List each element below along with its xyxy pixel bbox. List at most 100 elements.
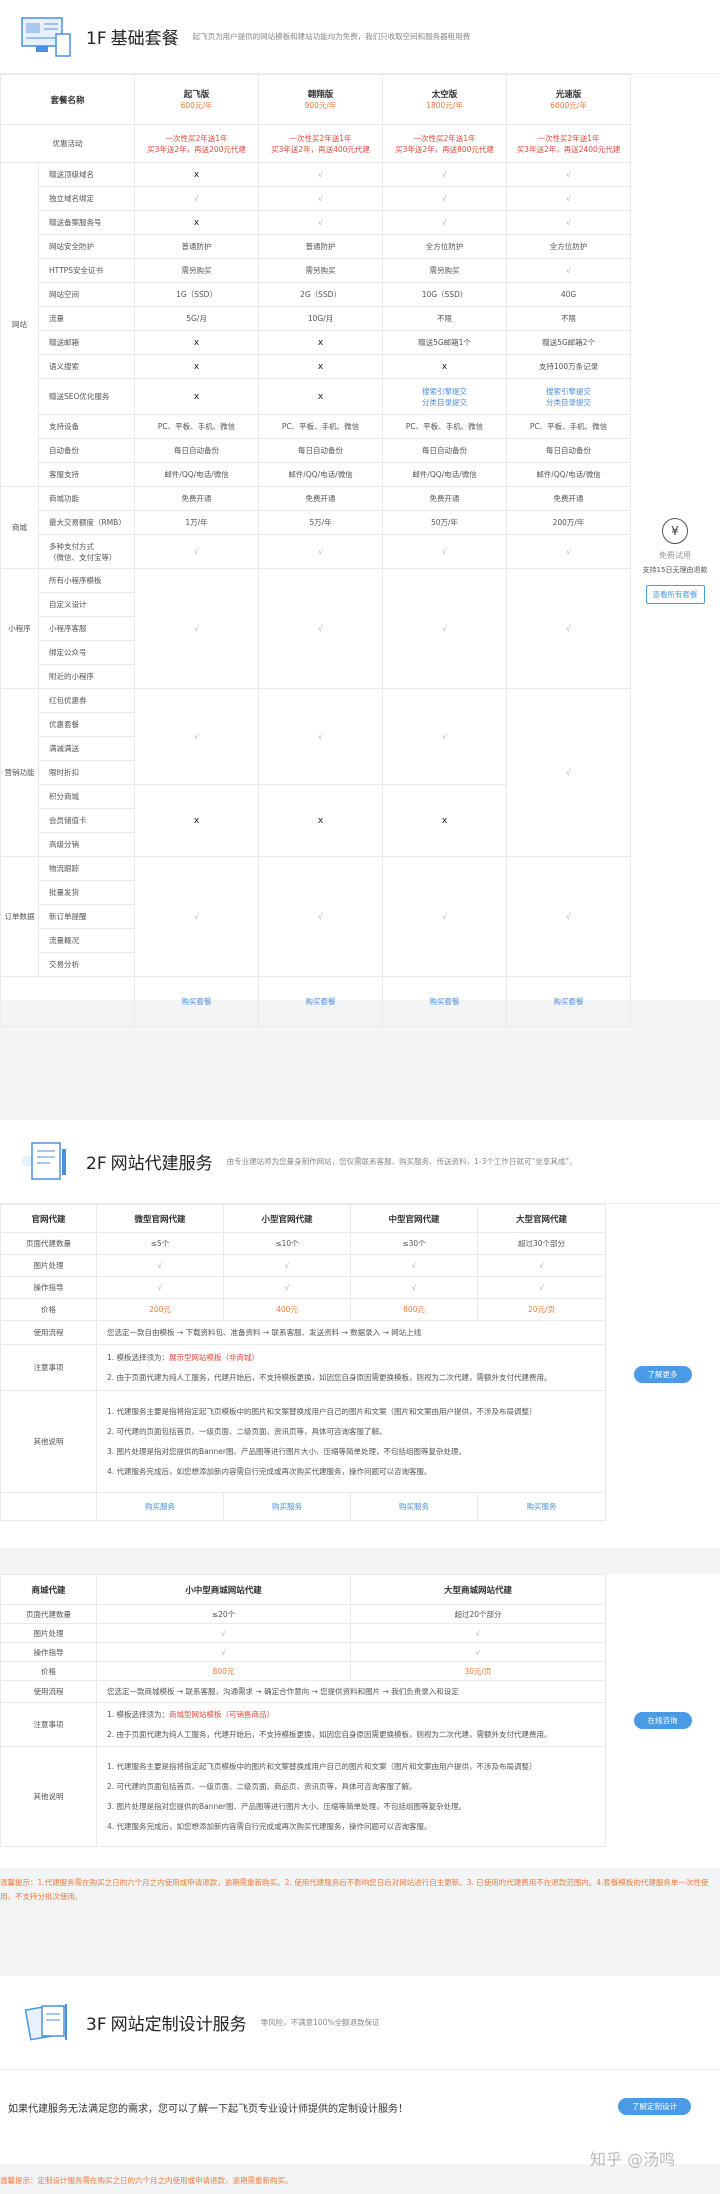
promo-cell: 一次性买2年送1年 买3年送2年，再送200元代建: [134, 124, 260, 163]
row-label: 图片处理: [0, 1254, 97, 1277]
row-label: 优惠套餐: [37, 712, 136, 737]
value-cell: √: [506, 534, 632, 569]
value-cell: ≤30个: [350, 1232, 478, 1255]
value-cell: x: [258, 330, 384, 355]
buy-service-link[interactable]: 购买服务: [96, 1492, 224, 1521]
value-cell: √: [96, 1642, 351, 1662]
row-label: 流量: [37, 306, 136, 331]
value-cell: ≤20个: [96, 1604, 351, 1624]
monitor-icon: [20, 14, 74, 60]
row-label: 流量概况: [37, 928, 136, 953]
buy-service-link[interactable]: 购买服务: [223, 1492, 351, 1521]
document-icon: [20, 1139, 74, 1185]
note-line: 2. 可代建的页面包括首页、一级页面、二级页面、资讯页等，具体可咨询客服了解。: [107, 1426, 387, 1436]
buy-service-link[interactable]: 购买服务: [477, 1492, 606, 1521]
build-header-label: 官网代建: [0, 1204, 97, 1233]
section-desc: 由专业建站师为您量身制作网站，您仅需联系客服、购买服务、传送资料，1-3个工作日…: [226, 1157, 577, 1166]
value-cell: 超过20个部分: [350, 1604, 606, 1624]
note-line: 2. 可代建的页面包括首页、一级页面、二级页面、商品页、资讯页等，具体可咨询客服…: [107, 1781, 417, 1791]
note-line: 2. 由于页面代建为纯人工服务，代建开始后，不支持模板更换，如因您自身原因需更换…: [107, 1372, 552, 1382]
value-cell: 搜索引擎提交 分类目录提交: [382, 378, 508, 415]
row-label: 会员储值卡: [37, 808, 136, 833]
flow-text: 您选定一款商城模板 → 联系客服，沟通需求 → 确定合作意向 → 您提供资料和图…: [96, 1680, 606, 1703]
row-label: 客服支持: [37, 462, 136, 487]
value-cell: √: [382, 856, 508, 977]
plan-header: 翱翔版 900元/年: [258, 74, 384, 125]
mall-header-label: 商城代建: [0, 1574, 97, 1605]
value-cell: √: [477, 1276, 606, 1299]
value-cell: √: [258, 688, 384, 785]
promo-cell: 一次性买2年送1年 买3年送2年，再送2400元代建: [506, 124, 632, 163]
value-cell: 邮件/QQ/电话/微信: [134, 462, 260, 487]
group-label: 商城: [0, 486, 39, 569]
note-line: 3. 图片处理是指对您提供的Banner图、产品图等进行图片大小、压缩等简单处理…: [107, 1801, 466, 1811]
row-label: 页面代建数量: [0, 1604, 97, 1624]
mall-header: 大型商城网站代建: [350, 1574, 606, 1605]
buy-service-link[interactable]: 购买服务: [350, 1492, 478, 1521]
group-label: 营销功能: [0, 688, 39, 857]
free-trial-label: 免费试用: [659, 551, 691, 560]
site-build-table: 官网代建 微型官网代建 小型官网代建 中型官网代建 大型官网代建 页面代建数量 ≤5个 ≤10…: [0, 1204, 606, 1521]
value-cell: √: [96, 1623, 351, 1643]
value-cell: 全方位防护: [382, 234, 508, 259]
value-cell: 免费开通: [258, 486, 384, 511]
plan-price: 600元/年: [180, 101, 213, 110]
value-cell: √: [258, 162, 384, 187]
row-label: 赠送备案服务号: [37, 210, 136, 235]
row-label: 图片处理: [0, 1623, 97, 1643]
build-header: 大型官网代建: [477, 1204, 606, 1233]
value-cell: x: [258, 378, 384, 415]
value-cell: x: [134, 354, 260, 379]
value-cell: √: [382, 186, 508, 211]
online-consult-button[interactable]: 在线咨询: [633, 1712, 692, 1729]
row-label: HTTPS安全证书: [37, 258, 136, 283]
plan-price: 900元/年: [304, 101, 337, 110]
value-cell: √: [258, 210, 384, 235]
plan-header: 起飞版 600元/年: [134, 74, 260, 125]
group-label: 订单数据: [0, 856, 39, 977]
value-cell: √: [382, 688, 508, 785]
value-cell: PC、平板、手机、微信: [134, 414, 260, 439]
note-line: 1. 模板选择须为：商城型网站模板（可销售商品）: [107, 1709, 275, 1719]
attention-text: 1. 模板选择须为：商城型网站模板（可销售商品） 2. 由于页面代建为纯人工服务，…: [96, 1702, 606, 1747]
value-cell: 每日自动备份: [382, 438, 508, 463]
value-cell: √: [350, 1254, 478, 1277]
value-cell: √: [223, 1276, 351, 1299]
value-cell: PC、平板、手机、微信: [506, 414, 632, 439]
value-cell: 邮件/QQ/电话/微信: [382, 462, 508, 487]
buy-plan-link[interactable]: 购买套餐: [258, 976, 384, 1027]
value-cell: x: [258, 354, 384, 379]
row-label: 高级分销: [37, 832, 136, 857]
design-warning: 温馨提示：定制设计服务需在购买之日的六个月之内使用或申请退款，逾期需重新购买。: [0, 2176, 293, 2185]
buy-plan-link[interactable]: 购买套餐: [382, 976, 508, 1027]
free-trial-panel: ¥ 免费试用 支持15日无理由退款 查看所有套餐: [630, 518, 720, 604]
note-line: 3. 图片处理是指对您提供的Banner图、产品图等进行图片大小、压缩等简单处理…: [107, 1446, 466, 1456]
group-label: 网站: [0, 162, 39, 487]
row-label: 自定义设计: [37, 592, 136, 617]
buy-plan-link[interactable]: 购买套餐: [506, 976, 632, 1027]
row-label: 价格: [0, 1661, 97, 1681]
learn-custom-design-button[interactable]: 了解定制设计: [618, 2098, 691, 2115]
row-label: 多种支付方式 （微信、支付宝等）: [37, 534, 136, 569]
value-cell: √: [134, 688, 260, 785]
value-cell: 免费开通: [382, 486, 508, 511]
value-cell: 40G: [506, 282, 632, 307]
row-label: 注意事项: [0, 1702, 97, 1747]
learn-more-button[interactable]: 了解更多: [633, 1366, 692, 1383]
row-label: 网站安全防护: [37, 234, 136, 259]
row-label: 积分商城: [37, 784, 136, 809]
view-all-plans-button[interactable]: 查看所有套餐: [645, 585, 705, 604]
other-notes: 1. 代建服务主要是指将指定起飞页模板中的图片和文案替换成用户自己的图片和文案（…: [96, 1390, 606, 1493]
row-label: 最大交易额度（RMB）: [37, 510, 136, 535]
row-label: 独立域名绑定: [37, 186, 136, 211]
build-header: 微型官网代建: [96, 1204, 224, 1233]
value-cell: √: [223, 1254, 351, 1277]
value-cell: √: [134, 186, 260, 211]
section-basic-plans: 1F 基础套餐 起飞页为用户提供的网站模板和建站功能均为免费，我们只收取空间和服务…: [0, 0, 720, 1027]
value-cell: √: [506, 162, 632, 187]
row-label: 支持设备: [37, 414, 136, 439]
section-build-service: 2F 网站代建服务 由专业建站师为您量身制作网站，您仅需联系客服、购买服务、传送资…: [0, 1120, 720, 1548]
value-cell: 200万/年: [506, 510, 632, 535]
buy-plan-link[interactable]: 购买套餐: [134, 976, 260, 1027]
row-label: 网站空间: [37, 282, 136, 307]
